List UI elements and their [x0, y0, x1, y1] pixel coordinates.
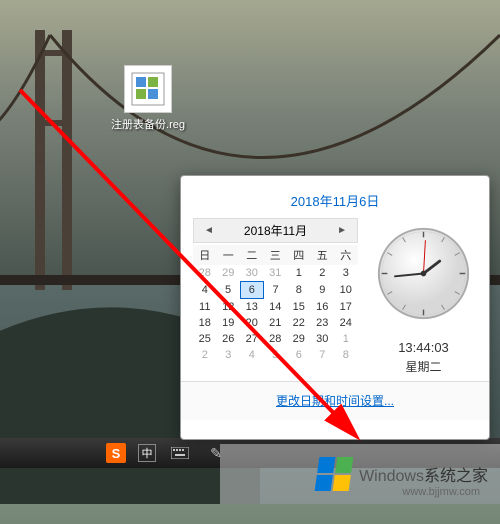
desktop-file-label: 注册表备份.reg	[108, 116, 188, 132]
calendar-day[interactable]: 7	[264, 282, 288, 299]
calendar-day[interactable]: 2	[193, 347, 217, 363]
calendar-day[interactable]: 11	[193, 299, 217, 316]
calendar-day[interactable]: 1	[287, 265, 311, 282]
calendar-day[interactable]: 5	[217, 282, 241, 299]
weekday-header: 三	[264, 245, 288, 265]
calendar-day[interactable]: 7	[311, 347, 335, 363]
calendar-day[interactable]: 3	[334, 265, 358, 282]
clock-section: 13:44:03 星期二	[358, 218, 477, 375]
calendar-day[interactable]: 14	[264, 299, 288, 316]
calendar-day[interactable]: 22	[287, 315, 311, 331]
calendar-day[interactable]: 9	[311, 282, 335, 299]
month-navigator: ◄ 2018年11月 ►	[193, 218, 358, 243]
calendar-day[interactable]: 6	[287, 347, 311, 363]
calendar-day[interactable]: 5	[264, 347, 288, 363]
ime-sogou-icon[interactable]: S	[106, 443, 126, 463]
datetime-popup: 2018年11月6日 ◄ 2018年11月 ► 日一二三四五六 28293031…	[180, 175, 490, 440]
weekday-header: 四	[287, 245, 311, 265]
calendar-day[interactable]: 12	[217, 299, 241, 316]
datetime-footer: 更改日期和时间设置...	[181, 381, 489, 420]
calendar-day[interactable]: 1	[334, 331, 358, 347]
calendar-day[interactable]: 15	[287, 299, 311, 316]
windows-logo-icon	[315, 457, 354, 491]
desktop-file-icon[interactable]: 注册表备份.reg	[108, 65, 188, 132]
next-month-button[interactable]: ►	[333, 225, 351, 236]
reg-file-icon	[124, 65, 172, 113]
calendar-day[interactable]: 27	[240, 331, 264, 347]
calendar-day[interactable]: 18	[193, 315, 217, 331]
calendar-day[interactable]: 6	[240, 282, 264, 299]
calendar-day[interactable]: 29	[287, 331, 311, 347]
calendar-day[interactable]: 28	[193, 265, 217, 282]
calendar-day[interactable]: 30	[311, 331, 335, 347]
calendar-day[interactable]: 13	[240, 299, 264, 316]
weekday-header: 一	[217, 245, 241, 265]
watermark-url: www.bjjmw.com	[402, 486, 480, 498]
calendar-day[interactable]: 25	[193, 331, 217, 347]
prev-month-button[interactable]: ◄	[200, 225, 218, 236]
calendar: ◄ 2018年11月 ► 日一二三四五六 2829303112345678910…	[193, 218, 358, 375]
weekday-header: 二	[240, 245, 264, 265]
analog-clock	[376, 226, 471, 321]
date-header: 2018年11月6日	[181, 176, 489, 218]
day-of-week: 星期二	[370, 358, 477, 375]
calendar-day[interactable]: 20	[240, 315, 264, 331]
taskbar-item[interactable]	[70, 441, 94, 465]
weekday-header: 六	[334, 245, 358, 265]
ime-mode-icon[interactable]: 中	[138, 444, 156, 462]
month-label[interactable]: 2018年11月	[244, 222, 307, 239]
calendar-day[interactable]: 29	[217, 265, 241, 282]
calendar-day[interactable]: 24	[334, 315, 358, 331]
weekday-header: 日	[193, 245, 217, 265]
calendar-day[interactable]: 30	[240, 265, 264, 282]
calendar-day[interactable]: 26	[217, 331, 241, 347]
calendar-day[interactable]: 4	[193, 282, 217, 299]
calendar-day[interactable]: 8	[334, 347, 358, 363]
digital-time: 13:44:03	[370, 340, 477, 355]
calendar-day[interactable]: 31	[264, 265, 288, 282]
calendar-day[interactable]: 8	[287, 282, 311, 299]
calendar-day[interactable]: 4	[240, 347, 264, 363]
calendar-day[interactable]: 10	[334, 282, 358, 299]
calendar-day[interactable]: 23	[311, 315, 335, 331]
calendar-day[interactable]: 2	[311, 265, 335, 282]
calendar-grid: 日一二三四五六 28293031123456789101112131415161…	[193, 245, 358, 363]
ime-keyboard-icon[interactable]	[168, 441, 192, 465]
calendar-day[interactable]: 16	[311, 299, 335, 316]
weekday-header: 五	[311, 245, 335, 265]
change-datetime-link[interactable]: 更改日期和时间设置...	[276, 394, 394, 408]
calendar-day[interactable]: 19	[217, 315, 241, 331]
calendar-day[interactable]: 28	[264, 331, 288, 347]
calendar-day[interactable]: 17	[334, 299, 358, 316]
calendar-day[interactable]: 21	[264, 315, 288, 331]
watermark: Windows系统之家 www.bjjmw.com	[220, 444, 500, 504]
calendar-day[interactable]: 3	[217, 347, 241, 363]
watermark-text: Windows系统之家	[359, 462, 488, 486]
